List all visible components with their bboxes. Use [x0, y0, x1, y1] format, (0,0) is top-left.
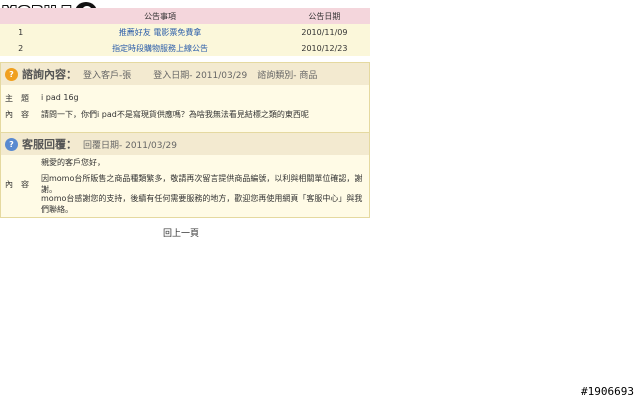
notice-header-row: 公告事項 公告日期: [0, 8, 370, 24]
inquiry-panel-header: ? 諮詢內容： 登入客戶-張 登入日期- 2011/03/29 諮詢類別- 商品: [1, 63, 369, 85]
reply-panel: ? 客服回覆： 回覆日期- 2011/03/29 親愛的客戶您好， 內 容 因m…: [0, 132, 370, 218]
subject-label: 主 題: [5, 94, 29, 103]
reply-heading: 客服回覆：: [22, 138, 77, 151]
notice-date: 2010/12/23: [278, 40, 370, 56]
reply-content-label: 內 容: [5, 180, 29, 189]
notice-num: 2: [0, 40, 42, 56]
notice-table: 公告事項 公告日期 1 推薦好友 電影票免費拿 2010/11/09 2 指定時…: [0, 8, 370, 56]
reply-icon: ?: [5, 137, 18, 151]
notice-title-link[interactable]: 推薦好友 電影票免費拿: [41, 24, 279, 40]
reply-panel-header: ? 客服回覆： 回覆日期- 2011/03/29: [1, 133, 369, 155]
inquiry-content: 請問一下，你們i pad不是寫現貨供應嗎？為啥我無法看見結標之類的東西呢: [41, 110, 309, 119]
inquiry-login-date: 登入日期- 2011/03/29: [153, 70, 248, 81]
table-row: 1 推薦好友 電影票免費拿 2010/11/09: [0, 24, 370, 40]
notice-header-num: [0, 8, 42, 24]
watermark: #1906693: [581, 385, 634, 398]
notice-header-title: 公告事項: [41, 8, 279, 24]
reply-line-1: 因momo台所販售之商品種類繁多，敬請再次留言提供商品編號，以利與相關單位確認，…: [41, 174, 363, 194]
notice-header-date: 公告日期: [278, 8, 370, 24]
content-label: 內 容: [5, 110, 29, 119]
inquiry-icon: ?: [5, 67, 18, 81]
subject-value: i pad 16g: [41, 93, 79, 102]
inquiry-heading: 諮詢內容：: [22, 68, 77, 81]
table-row: 2 指定時段購物服務上線公告 2010/12/23: [0, 40, 370, 56]
reply-line-2: momo台感謝您的支持，後續有任何需要服務的地方，歡迎您再使用網頁「客服中心」與…: [41, 194, 363, 214]
back-link[interactable]: 回上一頁: [163, 226, 199, 239]
notice-title-link[interactable]: 指定時段購物服務上線公告: [41, 40, 279, 56]
inquiry-customer: 登入客戶-張: [83, 70, 132, 81]
notice-date: 2010/11/09: [278, 24, 370, 40]
inquiry-category: 諮詢類別- 商品: [257, 70, 318, 81]
notice-num: 1: [0, 24, 42, 40]
reply-date: 回覆日期- 2011/03/29: [83, 140, 177, 151]
reply-greeting: 親愛的客戶您好，: [41, 158, 105, 167]
